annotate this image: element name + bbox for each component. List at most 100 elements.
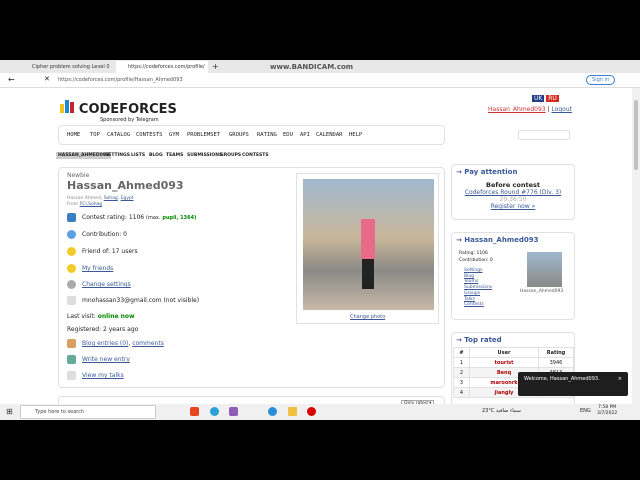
tab-cipher[interactable]: Cipher problem solving Level 0 (20, 61, 112, 73)
nav-problemset[interactable]: PROBLEMSET (187, 132, 220, 138)
contribution: Contribution: 0 (82, 231, 127, 238)
nav-home[interactable]: HOME (67, 132, 80, 138)
col-rating: Rating (538, 347, 574, 358)
nav-calendar[interactable]: CALENDAR (316, 132, 343, 138)
language-flags[interactable]: UK RU (532, 95, 559, 102)
subtab-submissions[interactable]: SUBMISSIONS (187, 153, 222, 158)
pay-attention-title: → Pay attention (456, 168, 518, 176)
language-indicator[interactable]: ENG (580, 408, 591, 414)
blog-icon (67, 339, 76, 348)
welcome-toast: Welcome, Hassan_Ahmed093. × (518, 372, 628, 396)
back-icon[interactable]: ← (8, 75, 15, 84)
contest-link[interactable]: Codeforces Round #776 (Div. 3) (452, 189, 574, 196)
visual-studio-icon[interactable] (229, 407, 238, 416)
url-input[interactable]: https://codeforces.com/profile/Hassan_Ah… (58, 75, 458, 86)
taskbar-search[interactable]: Type here to search (20, 405, 156, 419)
rank: 2 (453, 367, 470, 378)
main-nav: HOME TOP CATALOG CONTESTS GYM PROBLEMSET… (58, 125, 445, 145)
bandicam-icon[interactable] (307, 407, 316, 416)
blog-entries-link[interactable]: Blog entries (0) (82, 340, 128, 347)
sidebar-avatar-caption: Hassan_Ahmed093 (520, 289, 564, 294)
file-explorer-icon[interactable] (288, 407, 297, 416)
nav-rating[interactable]: RATING (257, 132, 277, 138)
full-name: Hassan Ahmed, (67, 196, 103, 201)
office-icon[interactable] (190, 407, 199, 416)
photo-frame: Change photo (296, 173, 439, 324)
nav-contests[interactable]: CONTESTS (136, 132, 163, 138)
address-bar-row: ← ✕ https://codeforces.com/profile/Hassa… (0, 73, 640, 88)
rating: 3946 (538, 357, 574, 368)
user-rank: Newbie (67, 172, 90, 179)
max-rank: pupil, 1364) (162, 215, 197, 221)
stop-icon[interactable]: ✕ (44, 75, 50, 83)
rating-value: 1106 (128, 214, 145, 221)
subtab-teams[interactable]: TEAMS (166, 153, 183, 158)
from-label: From (67, 202, 79, 207)
my-friends-link[interactable]: My friends (82, 265, 113, 272)
clock[interactable]: 7:58 PM 3/7/2022 (597, 405, 617, 417)
nav-api[interactable]: API (300, 132, 310, 138)
top-rated-title: → Top rated (456, 336, 502, 344)
view-talks-link[interactable]: View my talks (82, 372, 124, 379)
subtab-lists[interactable]: LISTS (131, 153, 145, 158)
taskbar: ⊞ Type here to search 23°C سماء صافية EN… (0, 404, 640, 420)
browser-tab-bar: Cipher problem solving Level 0 https://c… (0, 60, 640, 73)
weather[interactable]: 23°C سماء صافية (482, 408, 521, 414)
friend-of: Friend of: 17 users (82, 248, 138, 255)
windows-start-icon[interactable]: ⊞ (6, 407, 13, 416)
comments-link[interactable]: comments (132, 340, 164, 347)
close-icon[interactable]: × (618, 376, 622, 382)
star-blue-icon (67, 230, 76, 239)
sidebar-rating: Rating: 1106 (459, 251, 488, 256)
edge-icon[interactable] (210, 407, 219, 416)
sidebar-link-submissions[interactable]: Submissions (464, 285, 492, 291)
nav-gym[interactable]: GYM (169, 132, 179, 138)
gear-icon (67, 280, 76, 289)
last-visit-label: Last visit: (67, 313, 96, 320)
rank: 1 (453, 357, 470, 368)
nav-catalog[interactable]: CATALOG (107, 132, 130, 138)
write-entry-link[interactable]: Write new entry (82, 356, 130, 363)
telegram-icon[interactable] (268, 407, 277, 416)
watermark: www.BANDICAM.com (270, 63, 354, 71)
search-input[interactable] (518, 130, 570, 140)
user-box-title: → Hassan_Ahmed093 (456, 236, 539, 244)
sidebar-link-contests[interactable]: Contests (464, 302, 492, 308)
rating-icon (67, 213, 76, 222)
logout-link[interactable]: Logout (551, 106, 572, 113)
org-link[interactable]: FCI,Sohag (80, 202, 103, 207)
user-link[interactable]: tourist (469, 357, 539, 368)
subtab-profile[interactable]: HASSAN_AHMED093 (56, 152, 111, 159)
rank: 3 (453, 377, 470, 388)
table-row: 1 tourist 3946 (453, 357, 574, 368)
registered: Registered: 2 years ago (67, 326, 139, 333)
country-link[interactable]: Egypt (121, 196, 134, 201)
sidebar-avatar[interactable] (527, 252, 562, 287)
rank: 4 (453, 387, 470, 398)
talks-icon (67, 371, 76, 380)
new-tab-button[interactable]: + (212, 61, 219, 73)
star-icon (67, 247, 76, 256)
subtab-groups[interactable]: GROUPS (220, 153, 241, 158)
user-handle: Hassan_Ahmed093 (67, 179, 184, 192)
nav-top[interactable]: TOP (90, 132, 100, 138)
subtab-contests[interactable]: CONTESTS (242, 153, 269, 158)
header-user-link[interactable]: Hassan_Ahmed093 (488, 106, 546, 113)
subtab-settings[interactable]: SETTINGS (105, 153, 130, 158)
logo[interactable]: CODEFORCES Sponsored by Telegram (60, 100, 177, 123)
change-photo-link[interactable]: Change photo (350, 314, 385, 320)
envelope-icon (67, 296, 76, 305)
email: mnohassan33@gmail.com (not visible) (82, 297, 200, 304)
nav-edu[interactable]: EDU (283, 132, 293, 138)
scrollbar-thumb[interactable] (634, 100, 638, 170)
nav-groups[interactable]: GROUPS (229, 132, 249, 138)
subtab-blog[interactable]: BLOG (149, 153, 163, 158)
nav-help[interactable]: HELP (349, 132, 362, 138)
city-link[interactable]: Sohag (104, 196, 118, 201)
contest-timer: 20:36:50 (499, 196, 527, 203)
tab-codeforces[interactable]: https://codeforces.com/profile/ (116, 61, 208, 73)
user-photo (303, 179, 434, 310)
register-link[interactable]: Register now » (452, 203, 574, 210)
sign-in-button[interactable]: Sign in (586, 75, 616, 85)
change-settings-link[interactable]: Change settings (82, 281, 131, 288)
